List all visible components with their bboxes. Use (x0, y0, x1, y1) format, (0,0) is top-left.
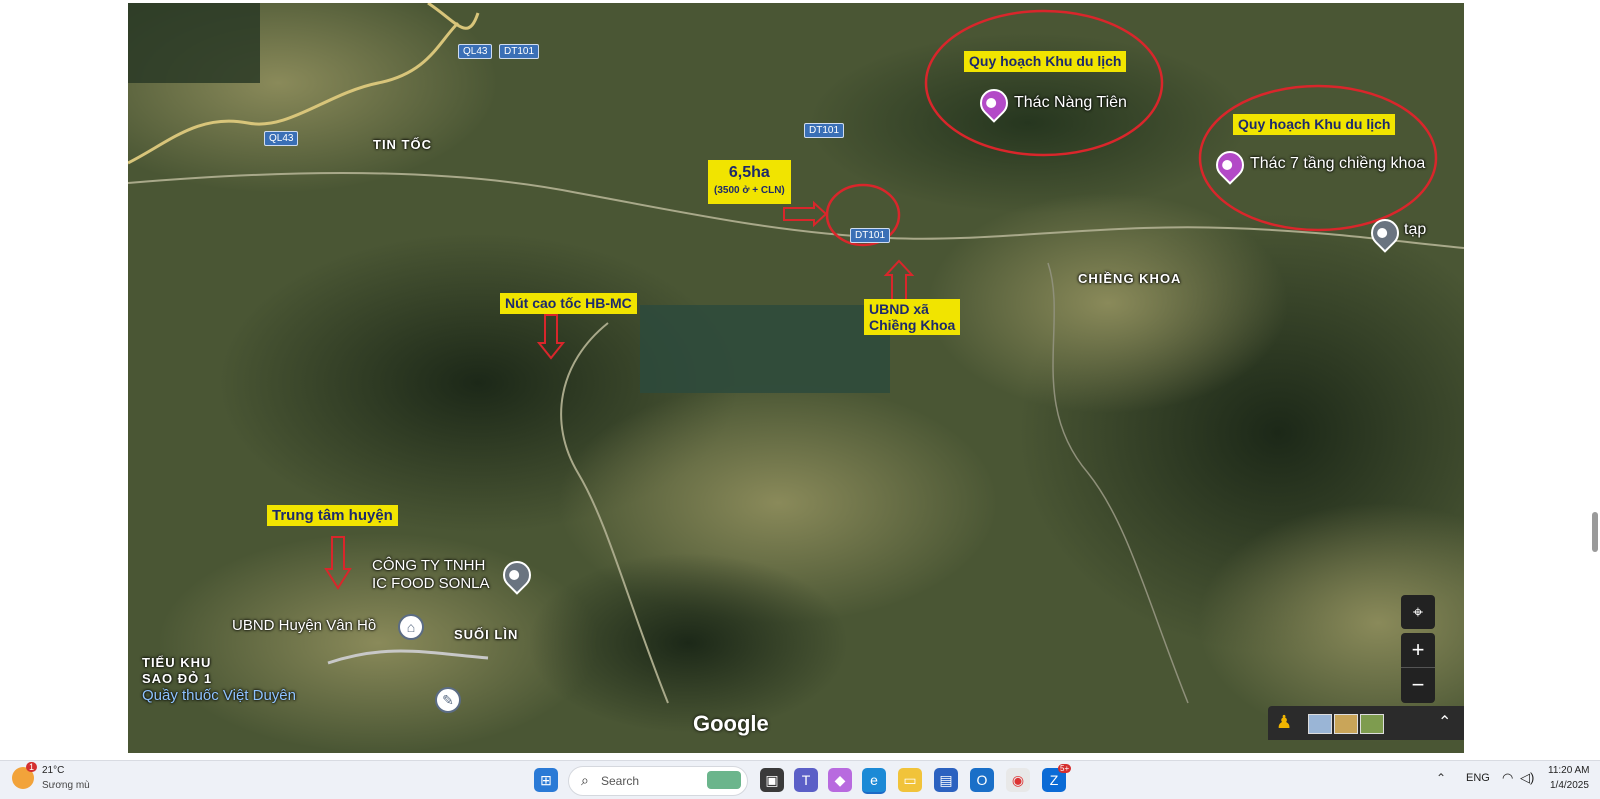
search-placeholder: Search (601, 774, 640, 788)
task-view-icon[interactable]: ▣ (760, 768, 784, 792)
wifi-icon[interactable]: ◠ (1502, 770, 1513, 786)
clock-time[interactable]: 11:20 AM (1548, 765, 1590, 776)
weather-badge: 1 (26, 762, 38, 772)
teams-icon[interactable]: T (794, 768, 818, 792)
road-tag-dt101: DT101 (804, 123, 845, 138)
start-button[interactable]: ⊞ (534, 768, 558, 792)
poi-ubnd-huyen[interactable]: UBND Huyện Vân Hồ (232, 617, 376, 634)
annotation-nut-cao-toc: Nút cao tốc HB-MC (500, 293, 637, 314)
clock-date[interactable]: 1/4/2025 (1550, 780, 1589, 791)
annotation-trung-tam: Trung tâm huyện (267, 505, 398, 526)
road-tag-dt101: DT101 (499, 44, 540, 59)
double-chevron-up-icon[interactable]: ⌃ (1438, 712, 1451, 732)
government-building-icon[interactable]: ⌂ (398, 614, 424, 640)
layer-thumb-satellite[interactable] (1360, 714, 1384, 734)
volume-icon[interactable]: ◁) (1520, 770, 1534, 786)
page-scrollbar-thumb[interactable] (1592, 512, 1598, 552)
weather-temp[interactable]: 21°C (42, 765, 64, 776)
town-label-tieu-khu: TIỂU KHU (142, 655, 212, 670)
layer-thumb-default[interactable] (1308, 714, 1332, 734)
zoom-out-button[interactable]: − (1401, 668, 1435, 702)
store-icon[interactable]: ▤ (934, 768, 958, 792)
edge-icon[interactable]: e (862, 768, 886, 794)
chrome-icon[interactable]: ◉ (1006, 768, 1030, 792)
windows-taskbar: 1 21°C Sương mù ⊞ ⌕ Search ▣ T ◆ e ▭ ▤ O… (0, 760, 1600, 799)
search-highlight-icon (707, 771, 741, 789)
annotation-area: 6,5ha (3500 ở + CLN) (708, 160, 791, 204)
notification-badge: 5+ (1058, 764, 1072, 773)
poi-thac-nang-tien[interactable]: Thác Nàng Tiên (1014, 94, 1127, 112)
weather-condition[interactable]: Sương mù (42, 780, 90, 791)
annotation-ubnd-xa: UBND xã Chiềng Khoa (864, 299, 961, 335)
poi-thac-7-tang[interactable]: Thác 7 tầng chiềng khoa (1250, 155, 1425, 173)
town-label-suoi-lin: SUỐI LÌN (454, 627, 519, 642)
file-explorer-icon[interactable]: ▭ (898, 768, 922, 792)
poi-cong-ty-line1[interactable]: CÔNG TY TNHH (372, 557, 485, 574)
google-logo: Google (693, 711, 769, 736)
zoom-controls: + − (1401, 633, 1435, 703)
road-tag-dt101: DT101 (850, 228, 891, 243)
chevron-up-icon[interactable]: ⌃ (1436, 771, 1446, 785)
annotation-quy-hoach-1: Quy hoạch Khu du lịch (964, 51, 1127, 72)
search-icon: ⌕ (581, 772, 589, 788)
layer-switcher-bar: ♟ ⌃ (1268, 706, 1464, 740)
town-label-tin-toc: TIN TỐC (373, 137, 432, 152)
crosshair-icon: ⌖ (1412, 602, 1424, 622)
annotation-ubnd-xa-line2: Chiềng Khoa (869, 317, 956, 333)
copilot-icon[interactable]: ◆ (828, 768, 852, 792)
annotation-area-main: 6,5ha (728, 164, 770, 181)
outlook-icon[interactable]: O (970, 768, 994, 792)
zoom-in-button[interactable]: + (1401, 633, 1435, 668)
taskbar-search[interactable]: ⌕ Search (568, 766, 748, 796)
road-tag-ql43: QL43 (458, 44, 493, 59)
poi-tap[interactable]: tạp (1404, 221, 1426, 239)
school-icon[interactable]: ✎ (435, 687, 461, 713)
annotation-area-sub: (3500 ở + CLN) (714, 185, 785, 196)
annotation-ubnd-xa-line1: UBND xã (869, 301, 929, 317)
satellite-map[interactable]: QL43 DT101 QL43 DT101 DT101 TIN TỐC CHIỀ… (128, 3, 1464, 753)
pegman-icon[interactable]: ♟ (1276, 712, 1292, 733)
road-tag-ql43: QL43 (264, 131, 299, 146)
layer-thumb-terrain[interactable] (1334, 714, 1358, 734)
poi-quay-thuoc[interactable]: Quầy thuốc Việt Duyên (142, 687, 296, 704)
poi-cong-ty-line2[interactable]: IC FOOD SONLA (372, 575, 490, 592)
language-indicator[interactable]: ENG (1466, 772, 1490, 784)
town-label-chieng-khoa: CHIỀNG KHOA (1078, 271, 1182, 286)
my-location-button[interactable]: ⌖ (1401, 595, 1435, 629)
annotation-quy-hoach-2: Quy hoạch Khu du lịch (1233, 114, 1396, 135)
town-label-sao-do: SAO ĐỎ 1 (142, 671, 213, 686)
